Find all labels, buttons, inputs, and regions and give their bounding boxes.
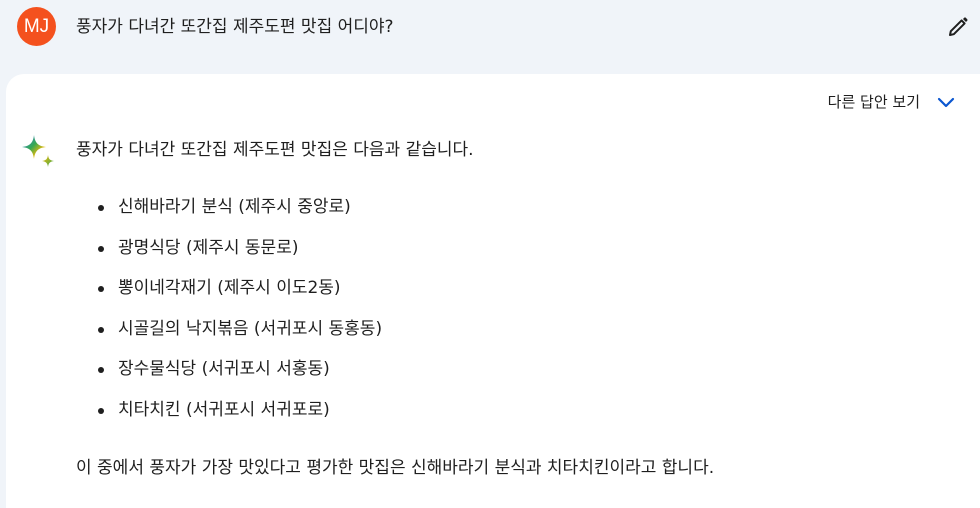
user-avatar[interactable]: MJ — [17, 7, 56, 46]
list-item: 장수물식당 (서귀포시 서홍동) — [98, 357, 382, 398]
response-summary: 이 중에서 풍자가 가장 맛있다고 평가한 맛집은 신해바라기 분식과 치타치킨… — [76, 458, 715, 478]
list-item: 치타치킨 (서귀포시 서귀포로) — [98, 398, 382, 439]
list-item: 신해바라기 분식 (제주시 중앙로) — [98, 195, 382, 236]
list-item-text: 광명식당 (제주시 동문로) — [118, 237, 299, 258]
sparkle-icon — [22, 135, 54, 167]
response-card: 다른 답안 보기 풍자가 다녀간 또간집 제주도편 맛집은 다음과 같습니다. … — [6, 74, 980, 508]
user-prompt-text: 풍자가 다녀간 또간집 제주도편 맛집 어디야? — [76, 17, 394, 37]
edit-prompt-button[interactable] — [944, 13, 972, 41]
pencil-icon — [949, 17, 968, 36]
bullet — [98, 407, 104, 414]
list-item-text: 시골길의 낙지볶음 (서귀포시 동홍동) — [118, 318, 383, 339]
list-item-text: 신해바라기 분식 (제주시 중앙로) — [118, 197, 351, 217]
bullet — [98, 205, 104, 211]
bullet — [98, 367, 104, 374]
user-prompt-row: MJ 풍자가 다녀간 또간집 제주도편 맛집 어디야? — [0, 0, 980, 74]
list-item: 시골길의 낙지볶음 (서귀포시 동홍동) — [98, 317, 383, 358]
bullet — [98, 286, 104, 293]
show-drafts-button[interactable]: 다른 답안 보기 — [828, 90, 956, 114]
restaurant-list: 신해바라기 분식 (제주시 중앙로) 광명식당 (제주시 동문로) 뽕이네각재기… — [76, 195, 382, 439]
list-item-text: 장수물식당 (서귀포시 서홍동) — [118, 359, 330, 380]
response-intro: 풍자가 다녀간 또간집 제주도편 맛집은 다음과 같습니다. — [76, 140, 474, 160]
list-item-text: 뽕이네각재기 (제주시 이도2동) — [118, 278, 341, 299]
bullet — [98, 245, 104, 252]
chat-page: MJ 풍자가 다녀간 또간집 제주도편 맛집 어디야? 다른 답안 보기 풍자가… — [0, 0, 980, 508]
chevron-down-icon — [936, 92, 956, 112]
list-item: 뽕이네각재기 (제주시 이도2동) — [98, 276, 382, 317]
bullet — [98, 326, 104, 333]
show-drafts-label: 다른 답안 보기 — [827, 93, 920, 111]
list-item-text: 치타치킨 (서귀포시 서귀포로) — [118, 399, 330, 420]
list-item: 광명식당 (제주시 동문로) — [98, 236, 382, 277]
